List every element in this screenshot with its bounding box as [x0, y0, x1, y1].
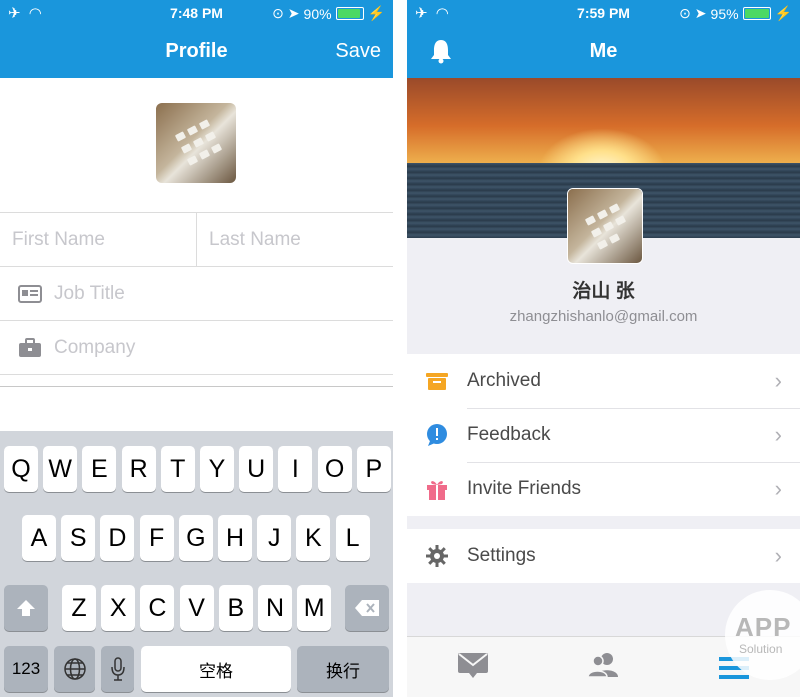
- key-w[interactable]: W: [43, 446, 78, 492]
- me-screen: ✈ ◠ 7:59 PM ⊙ ➤ 95% ⚡ Me 治山 张 zhangzhish…: [407, 0, 800, 697]
- user-name: 治山 张: [572, 281, 635, 302]
- last-name-field[interactable]: Last Name: [209, 213, 389, 267]
- company-row: Company: [0, 320, 393, 375]
- location-icon: ➤: [694, 5, 707, 21]
- battery-percent: 95%: [710, 5, 739, 22]
- gear-icon: [425, 544, 449, 568]
- menu-item-settings[interactable]: Settings ›: [407, 529, 800, 583]
- status-bar: ✈ ◠ 7:48 PM ⊙ ➤ 90% ⚡: [0, 0, 393, 26]
- key-o[interactable]: O: [317, 446, 352, 492]
- key-q[interactable]: Q: [4, 446, 38, 492]
- key-a[interactable]: A: [22, 515, 56, 561]
- numbers-key[interactable]: 123: [4, 646, 48, 692]
- first-name-field[interactable]: First Name: [12, 213, 192, 267]
- battery-icon: [335, 7, 364, 20]
- profile-screen: ✈ ◠ 7:48 PM ⊙ ➤ 90% ⚡ Profile Save First…: [0, 0, 393, 697]
- chevron-right-icon: ›: [774, 368, 782, 393]
- space-key[interactable]: 空格: [141, 646, 291, 692]
- job-title-row: Job Title: [0, 266, 393, 321]
- key-r[interactable]: R: [121, 446, 156, 492]
- menu-item-feedback[interactable]: Feedback ›: [407, 408, 800, 462]
- return-key[interactable]: 换行: [297, 646, 389, 692]
- location-icon: ➤: [287, 5, 300, 21]
- save-button[interactable]: Save: [335, 40, 381, 63]
- key-i[interactable]: I: [278, 446, 313, 492]
- nav-bar: Profile Save: [0, 26, 393, 78]
- page-title: Me: [589, 40, 618, 62]
- avatar[interactable]: [156, 103, 236, 183]
- key-e[interactable]: E: [82, 446, 117, 492]
- key-v[interactable]: V: [179, 585, 214, 631]
- menu-item-archived[interactable]: Archived ›: [407, 354, 800, 408]
- globe-icon[interactable]: [54, 646, 95, 692]
- gift-icon: [425, 477, 449, 501]
- contacts-tab-icon[interactable]: [587, 651, 621, 684]
- key-m[interactable]: M: [297, 585, 332, 631]
- menu-item-invite-friends[interactable]: Invite Friends ›: [407, 462, 800, 516]
- key-n[interactable]: N: [258, 585, 292, 631]
- status-bar: ✈ ◠ 7:59 PM ⊙ ➤ 95% ⚡: [407, 0, 800, 26]
- user-email: zhangzhishanlo@gmail.com: [509, 308, 698, 325]
- chevron-right-icon: ›: [774, 476, 782, 501]
- charging-icon: ⚡: [367, 5, 385, 21]
- chevron-right-icon: ›: [774, 422, 782, 447]
- chevron-right-icon: ›: [774, 543, 782, 568]
- key-f[interactable]: F: [139, 515, 174, 561]
- keyboard: QWERTYUIOP ASDFGHJKL ZXCVBNM 123 空格 换行: [0, 431, 393, 697]
- key-h[interactable]: H: [218, 515, 252, 561]
- name-row: First Name Last Name: [0, 212, 393, 267]
- rotation-lock-icon: ⊙: [272, 5, 284, 21]
- menu-label-archived: Archived: [467, 370, 541, 391]
- key-l[interactable]: L: [335, 515, 370, 561]
- key-k[interactable]: K: [296, 515, 331, 561]
- key-z[interactable]: Z: [62, 585, 96, 631]
- delete-key[interactable]: [345, 585, 389, 631]
- key-s[interactable]: S: [61, 515, 96, 561]
- shift-key[interactable]: [4, 585, 48, 631]
- feedback-bubble-icon: [425, 423, 449, 447]
- rotation-lock-icon: ⊙: [679, 5, 691, 21]
- menu-label-feedback: Feedback: [467, 424, 551, 445]
- key-j[interactable]: J: [257, 515, 292, 561]
- key-p[interactable]: P: [356, 446, 391, 492]
- key-b[interactable]: B: [218, 585, 253, 631]
- id-card-icon: [18, 285, 46, 303]
- key-g[interactable]: G: [178, 515, 213, 561]
- briefcase-icon: [18, 338, 46, 358]
- battery-percent: 90%: [303, 5, 332, 22]
- company-field[interactable]: Company: [54, 337, 135, 359]
- menu-label-invite-friends: Invite Friends: [467, 478, 582, 499]
- job-title-field[interactable]: Job Title: [54, 283, 125, 305]
- key-x[interactable]: X: [101, 585, 136, 631]
- avatar[interactable]: [567, 188, 643, 264]
- nav-bar: Me: [407, 26, 800, 78]
- page-title: Profile: [165, 40, 228, 62]
- key-d[interactable]: D: [100, 515, 135, 561]
- battery-icon: [742, 7, 771, 20]
- messages-tab-icon[interactable]: [457, 651, 489, 684]
- menu-group-main: Archived › Feedback › Invite Friends ›: [407, 354, 800, 516]
- menu-label-settings: Settings: [467, 545, 536, 566]
- key-u[interactable]: U: [239, 446, 274, 492]
- charging-icon: ⚡: [774, 5, 792, 21]
- menu-group-settings: Settings ›: [407, 529, 800, 583]
- archive-box-icon: [425, 369, 449, 393]
- key-y[interactable]: Y: [200, 446, 234, 492]
- key-c[interactable]: C: [140, 585, 175, 631]
- key-t[interactable]: T: [160, 446, 195, 492]
- microphone-icon[interactable]: [101, 646, 134, 692]
